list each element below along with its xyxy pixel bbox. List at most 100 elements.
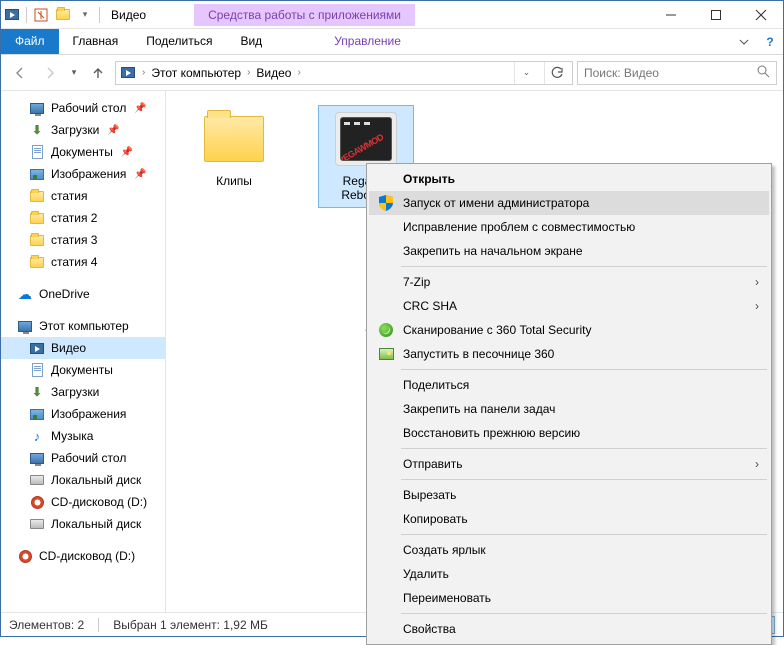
nav-this-pc[interactable]: Этот компьютер — [1, 315, 165, 337]
nav-downloads[interactable]: ⬇Загрузки — [1, 381, 165, 403]
chevron-right-icon: › — [755, 457, 759, 471]
ctx-pin-start[interactable]: Закрепить на начальном экране — [369, 239, 769, 263]
ctx-separator — [401, 448, 767, 449]
qat-separator — [26, 7, 27, 23]
status-selection: Выбран 1 элемент: 1,92 МБ — [113, 618, 268, 632]
ctx-separator — [401, 266, 767, 267]
tab-file[interactable]: Файл — [1, 29, 59, 54]
history-dropdown[interactable]: ▾ — [67, 60, 81, 86]
ctx-rename[interactable]: Переименовать — [369, 586, 769, 610]
status-item-count: Элементов: 2 — [9, 618, 84, 632]
minimize-button[interactable] — [648, 1, 693, 29]
ctx-360-sandbox[interactable]: Запустить в песочнице 360 — [369, 342, 769, 366]
back-button[interactable] — [7, 60, 33, 86]
ctx-restore-version[interactable]: Восстановить прежнюю версию — [369, 421, 769, 445]
search-box[interactable] — [577, 61, 777, 85]
quick-folder-3[interactable]: статия 3 — [1, 229, 165, 251]
location-icon — [120, 65, 136, 81]
titlebar: ▾ Видео Средства работы с приложениями — [1, 1, 783, 29]
status-separator — [98, 618, 99, 632]
ctx-separator — [401, 369, 767, 370]
qat-separator-2 — [99, 7, 100, 23]
ctx-crc-sha[interactable]: CRC SHA› — [369, 294, 769, 318]
contextual-tab-label: Средства работы с приложениями — [194, 4, 415, 26]
nav-documents[interactable]: Документы — [1, 359, 165, 381]
pin-icon: 📌 — [121, 147, 133, 158]
ctx-copy[interactable]: Копировать — [369, 507, 769, 531]
chevron-right-icon[interactable]: › — [297, 67, 300, 78]
chevron-right-icon[interactable]: › — [142, 67, 145, 78]
window-title: Видео — [103, 8, 154, 22]
breadcrumb-root[interactable]: Этот компьютер — [151, 66, 241, 80]
nav-desktop[interactable]: Рабочий стол — [1, 447, 165, 469]
ctx-7zip[interactable]: 7-Zip› — [369, 270, 769, 294]
scan-icon — [377, 321, 395, 339]
help-icon[interactable]: ? — [757, 29, 783, 54]
tab-manage[interactable]: Управление — [320, 29, 415, 54]
quick-desktop[interactable]: Рабочий стол📌 — [1, 97, 165, 119]
cloud-icon: ☁ — [17, 286, 33, 302]
app-icon — [1, 7, 23, 23]
sandbox-icon — [377, 345, 395, 363]
ctx-separator — [401, 479, 767, 480]
ctx-pin-taskbar[interactable]: Закрепить на панели задач — [369, 397, 769, 421]
exe-icon — [330, 110, 402, 168]
chevron-right-icon: › — [755, 299, 759, 313]
shield-icon — [377, 194, 395, 212]
navigation-pane: Рабочий стол📌 ⬇Загрузки📌 Документы📌 Изоб… — [1, 91, 166, 612]
breadcrumb-current[interactable]: Видео — [256, 66, 291, 80]
ctx-separator — [401, 534, 767, 535]
ctx-properties[interactable]: Свойства — [369, 617, 769, 641]
ctx-open[interactable]: Открыть — [369, 167, 769, 191]
quick-folder-1[interactable]: статия — [1, 185, 165, 207]
refresh-icon[interactable] — [544, 62, 568, 84]
ribbon-expand-icon[interactable] — [731, 29, 757, 54]
qat-dropdown-icon[interactable]: ▾ — [74, 9, 96, 20]
qat-properties-icon[interactable] — [30, 8, 52, 22]
ctx-separator — [401, 613, 767, 614]
ctx-cut[interactable]: Вырезать — [369, 483, 769, 507]
chevron-right-icon[interactable]: › — [247, 67, 250, 78]
close-button[interactable] — [738, 1, 783, 29]
forward-button[interactable] — [37, 60, 63, 86]
tab-share[interactable]: Поделиться — [132, 29, 226, 54]
nav-videos[interactable]: Видео — [1, 337, 165, 359]
quick-folder-4[interactable]: статия 4 — [1, 251, 165, 273]
search-input[interactable] — [584, 66, 750, 80]
nav-music[interactable]: ♪Музыка — [1, 425, 165, 447]
context-menu: Открыть Запуск от имени администратора И… — [366, 163, 772, 645]
quick-folder-2[interactable]: статия 2 — [1, 207, 165, 229]
quick-documents[interactable]: Документы📌 — [1, 141, 165, 163]
item-label: Клипы — [191, 174, 277, 188]
quick-downloads[interactable]: ⬇Загрузки📌 — [1, 119, 165, 141]
nav-cd-drive-2[interactable]: CD-дисковод (D:) — [1, 545, 165, 567]
ribbon-tabs: Файл Главная Поделиться Вид Управление ? — [1, 29, 783, 55]
nav-local-disk-2[interactable]: Локальный диск — [1, 513, 165, 535]
tab-view[interactable]: Вид — [226, 29, 276, 54]
nav-pictures[interactable]: Изображения — [1, 403, 165, 425]
pin-icon: 📌 — [107, 125, 119, 136]
nav-local-disk-1[interactable]: Локальный диск — [1, 469, 165, 491]
address-dropdown-icon[interactable]: ⌄ — [514, 62, 538, 84]
nav-onedrive[interactable]: ☁OneDrive — [1, 283, 165, 305]
ctx-360-scan[interactable]: Сканирование с 360 Total Security — [369, 318, 769, 342]
ctx-compat-troubleshoot[interactable]: Исправление проблем с совместимостью — [369, 215, 769, 239]
search-icon[interactable] — [756, 64, 770, 81]
nav-cd-drive-1[interactable]: CD-дисковод (D:) — [1, 491, 165, 513]
chevron-right-icon: › — [755, 275, 759, 289]
pin-icon: 📌 — [134, 169, 146, 180]
qat-new-folder-icon[interactable] — [52, 9, 74, 20]
item-folder[interactable]: Клипы — [186, 105, 282, 193]
ctx-send-to[interactable]: Отправить› — [369, 452, 769, 476]
ctx-run-as-admin[interactable]: Запуск от имени администратора — [369, 191, 769, 215]
maximize-button[interactable] — [693, 1, 738, 29]
up-button[interactable] — [85, 60, 111, 86]
address-bar[interactable]: › Этот компьютер › Видео › ⌄ — [115, 61, 573, 85]
address-bar-row: ▾ › Этот компьютер › Видео › ⌄ — [1, 55, 783, 91]
ctx-create-shortcut[interactable]: Создать ярлык — [369, 538, 769, 562]
tab-home[interactable]: Главная — [59, 29, 133, 54]
quick-pictures[interactable]: Изображения📌 — [1, 163, 165, 185]
pin-icon: 📌 — [134, 103, 146, 114]
ctx-share[interactable]: Поделиться — [369, 373, 769, 397]
ctx-delete[interactable]: Удалить — [369, 562, 769, 586]
